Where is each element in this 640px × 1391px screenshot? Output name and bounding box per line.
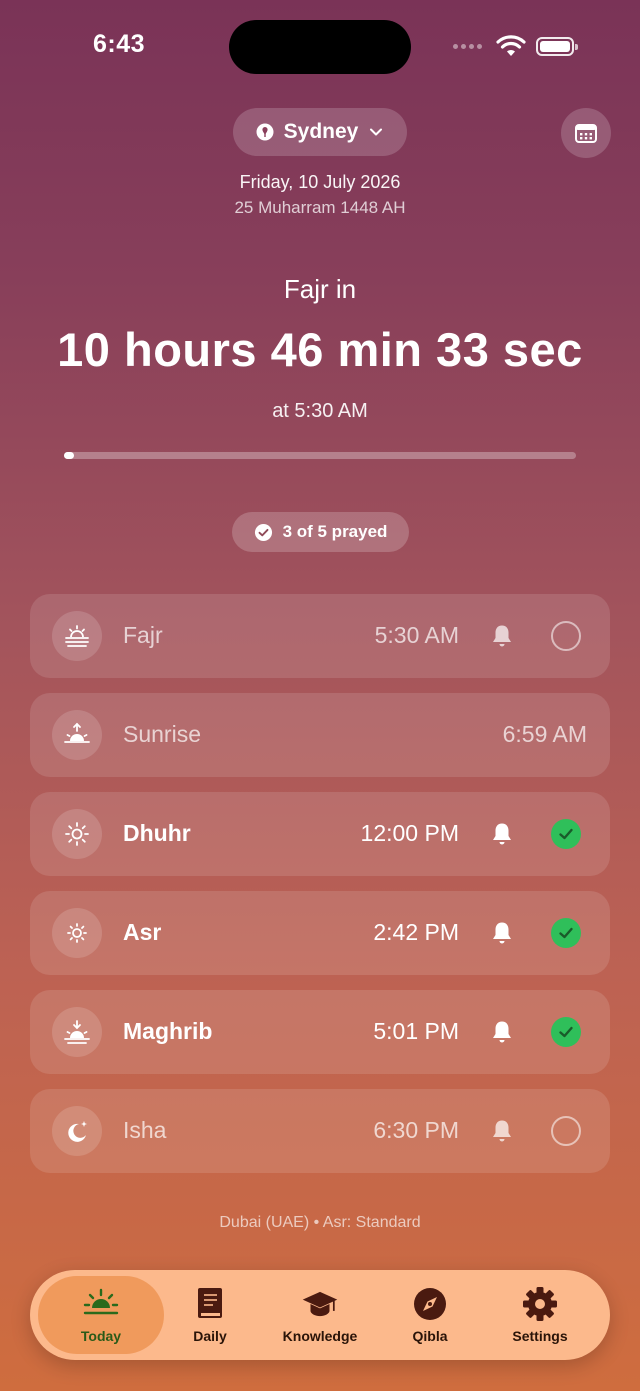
prayer-time: 2:42 PM: [373, 919, 459, 945]
status-bar: 6:43: [0, 0, 640, 90]
tab-bar: Today Daily Knowledge Qibla Settings: [30, 1270, 610, 1360]
prayed-checkbox[interactable]: [551, 918, 581, 948]
sun-small-icon: [67, 923, 87, 943]
sunrise-icon: [83, 1288, 119, 1315]
prayer-name: Sunrise: [123, 721, 201, 747]
gregorian-date: Friday, 10 July 2026: [239, 172, 401, 192]
prayer-row-fajr[interactable]: Fajr 5:30 AM: [30, 594, 610, 678]
location-pin-icon: [256, 123, 274, 141]
prayer-time: 6:59 AM: [502, 721, 587, 747]
gear-icon: [523, 1287, 557, 1321]
next-prayer-time: at 5:30 AM: [272, 400, 368, 422]
prayed-summary-badge: 3 of 5 prayed: [232, 512, 409, 552]
city-name: Sydney: [283, 120, 359, 143]
prayer-row-dhuhr[interactable]: Dhuhr 12:00 PM: [30, 792, 610, 876]
countdown-progress-bar: [64, 452, 576, 459]
checkmark-icon: [559, 1026, 573, 1038]
tab-daily[interactable]: Daily: [160, 1270, 260, 1360]
tab-settings[interactable]: Settings: [490, 1270, 590, 1360]
fajr-icon: [65, 625, 89, 647]
sun-icon: [65, 822, 89, 846]
next-prayer-label: Fajr in: [283, 274, 357, 304]
bell-icon[interactable]: [490, 1118, 514, 1144]
prayer-name: Dhuhr: [123, 820, 191, 846]
dynamic-island: [229, 20, 411, 74]
chevron-down-icon: [370, 128, 383, 136]
hijri-date: 25 Muharram 1448 AH: [234, 198, 406, 217]
bell-icon[interactable]: [490, 920, 514, 946]
prayed-summary-text: 3 of 5 prayed: [282, 522, 388, 541]
compass-icon: [414, 1288, 446, 1320]
sunrise-icon: [64, 722, 90, 743]
tab-label: Knowledge: [282, 1328, 358, 1344]
cellular-signal-icon: [453, 44, 482, 49]
prayer-name: Isha: [123, 1117, 167, 1143]
prayer-row-maghrib[interactable]: Maghrib 5:01 PM: [30, 990, 610, 1074]
prayer-time: 12:00 PM: [360, 820, 459, 846]
tab-qibla[interactable]: Qibla: [380, 1270, 480, 1360]
prayed-checkbox[interactable]: [551, 819, 581, 849]
checkmark-icon: [559, 927, 573, 939]
prayer-row-asr[interactable]: Asr 2:42 PM: [30, 891, 610, 975]
prayed-checkbox[interactable]: [551, 621, 581, 651]
bell-icon[interactable]: [490, 1019, 514, 1045]
prayer-name: Asr: [123, 919, 162, 945]
calendar-icon: [575, 124, 597, 143]
prayer-name: Fajr: [123, 622, 163, 648]
calculation-info: Dubai (UAE) • Asr: Standard: [219, 1214, 421, 1231]
tab-label: Qibla: [412, 1328, 448, 1344]
book-icon: [198, 1288, 222, 1318]
tab-label: Settings: [512, 1328, 568, 1344]
checkmark-icon: [559, 828, 573, 840]
prayer-row-isha[interactable]: Isha 6:30 PM: [30, 1089, 610, 1173]
prayer-time: 6:30 PM: [373, 1117, 459, 1143]
graduation-cap-icon: [302, 1291, 338, 1317]
tab-label: Daily: [193, 1328, 227, 1344]
check-circle-icon: [254, 523, 272, 541]
moon-icon: [68, 1121, 87, 1142]
tab-label: Today: [80, 1328, 122, 1344]
status-time: 6:43: [93, 30, 146, 58]
prayer-time: 5:30 AM: [374, 622, 459, 648]
prayer-name: Maghrib: [123, 1018, 213, 1044]
sunset-icon: [64, 1020, 90, 1044]
tab-today[interactable]: Today: [38, 1276, 164, 1354]
calendar-button[interactable]: [561, 108, 611, 158]
countdown-timer: 10 hours 46 min 33 sec: [57, 323, 583, 376]
prayer-time: 5:01 PM: [373, 1018, 459, 1044]
battery-icon: [536, 37, 578, 56]
prayer-times-screen: 6:43 Sydney Friday, 10 July 2026 25 Muha…: [0, 0, 640, 1391]
prayed-checkbox[interactable]: [551, 1116, 581, 1146]
progress-fill: [64, 452, 75, 459]
city-selector[interactable]: Sydney: [233, 108, 407, 156]
tab-knowledge[interactable]: Knowledge: [265, 1270, 375, 1360]
bell-icon[interactable]: [490, 821, 514, 847]
wifi-icon: [496, 35, 526, 56]
prayed-checkbox[interactable]: [551, 1017, 581, 1047]
prayer-row-sunrise: Sunrise 6:59 AM: [30, 693, 610, 777]
bell-icon[interactable]: [490, 623, 514, 649]
